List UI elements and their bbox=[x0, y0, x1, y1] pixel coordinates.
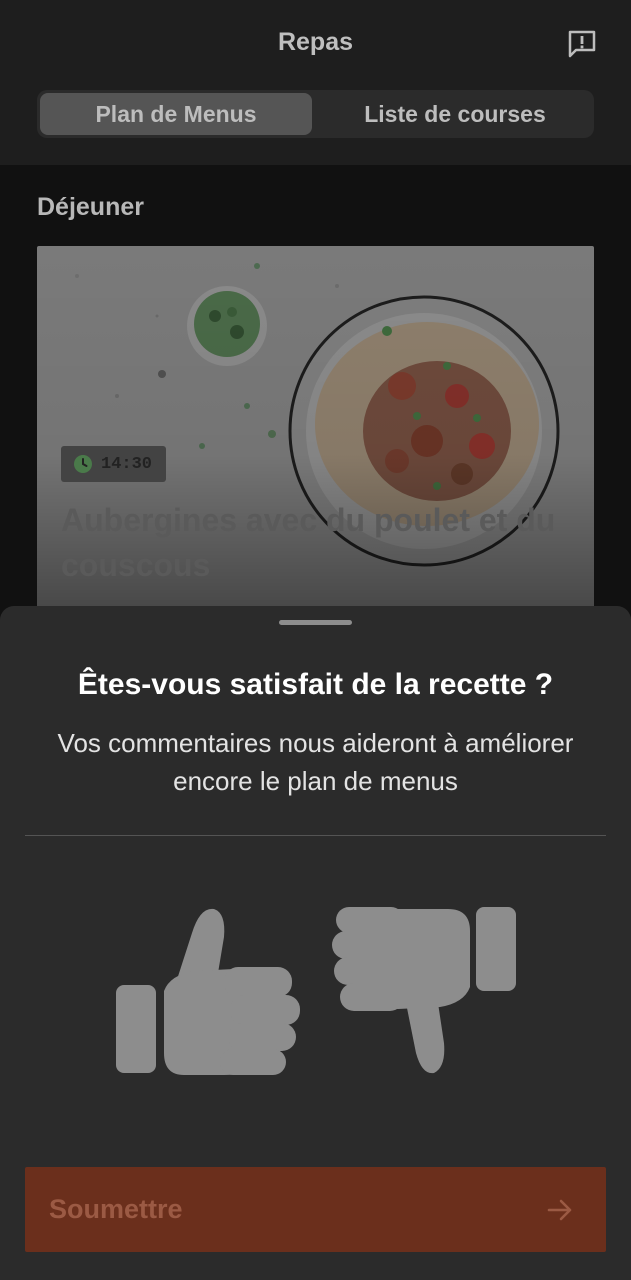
divider bbox=[25, 835, 606, 836]
feedback-button[interactable] bbox=[566, 28, 598, 60]
section-title: Déjeuner bbox=[37, 193, 144, 221]
tab-plan-de-menus[interactable]: Plan de Menus bbox=[40, 93, 312, 135]
submit-button[interactable]: Soumettre bbox=[25, 1167, 606, 1252]
time-badge: 14:30 bbox=[61, 446, 166, 482]
drag-handle[interactable] bbox=[279, 620, 352, 625]
app-header: Repas Plan de Menus Liste de courses bbox=[0, 0, 631, 165]
sheet-subtitle: Vos commentaires nous aideront à amélior… bbox=[57, 728, 574, 796]
arrow-right-icon bbox=[547, 1199, 572, 1220]
thumbs-up-button[interactable] bbox=[114, 903, 304, 1083]
feedback-sheet: Êtes-vous satisfait de la recette ? Vos … bbox=[0, 606, 631, 1280]
thumbs-up-icon bbox=[116, 908, 300, 1075]
recipe-card[interactable]: 14:30 Aubergines avec du poulet et du co… bbox=[37, 246, 594, 626]
feedback-icon bbox=[568, 30, 596, 58]
sheet-title: Êtes-vous satisfait de la recette ? bbox=[77, 668, 554, 701]
tab-liste-de-courses[interactable]: Liste de courses bbox=[319, 93, 591, 135]
thumbs-down-icon bbox=[332, 907, 516, 1074]
page-title: Repas bbox=[277, 28, 354, 56]
recipe-title: Aubergines avec du poulet et du couscous bbox=[61, 502, 556, 583]
tab-switcher: Plan de Menus Liste de courses bbox=[37, 90, 594, 138]
clock-icon bbox=[74, 455, 92, 473]
recipe-time: 14:30 bbox=[101, 454, 153, 474]
thumbs-down-button[interactable] bbox=[330, 903, 520, 1083]
submit-label: Soumettre bbox=[49, 1194, 183, 1224]
